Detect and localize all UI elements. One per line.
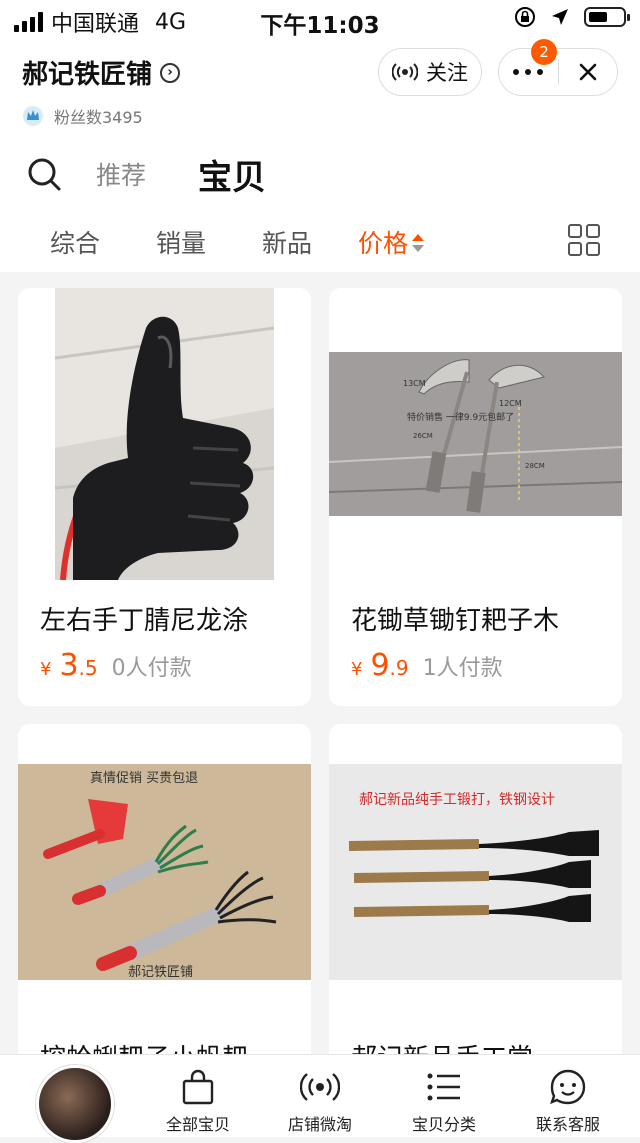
sort-price-label: 价格 (358, 229, 409, 258)
image-label: 特价销售 一律9.9元包邮了 (407, 411, 514, 423)
list-icon (427, 1073, 460, 1101)
currency-symbol: ¥ (40, 659, 52, 680)
orientation-lock-icon (515, 7, 535, 27)
price-decimal: .9 (389, 656, 409, 680)
close-button[interactable] (559, 49, 618, 95)
nav-label: 全部宝贝 (165, 1115, 230, 1134)
price-integer: 9 (370, 648, 390, 683)
battery-level (589, 12, 607, 22)
product-title: 左右手丁腈尼龙涂 (40, 606, 249, 636)
mini-program-capsule: 2 (498, 39, 618, 96)
fans-count: 粉丝数3495 (54, 108, 143, 127)
status-right (514, 6, 630, 28)
image-label: 28CM (525, 462, 545, 470)
more-button[interactable]: 2 (499, 39, 558, 95)
nav-label: 店铺微淘 (287, 1115, 352, 1134)
close-icon (579, 63, 597, 81)
product-image-hoes: 13CM 12CM 特价销售 一律9.9元包邮了 26CM 28CM (329, 352, 622, 516)
image-label: 真情促销 买贵包退 (90, 771, 198, 786)
product-card[interactable]: 左右手丁腈尼龙涂 ¥ 3 .5 0人付款 (18, 288, 311, 706)
chat-face-icon (550, 1069, 586, 1105)
tab-items[interactable]: 宝贝 (198, 150, 266, 199)
product-card[interactable]: 13CM 12CM 特价销售 一律9.9元包邮了 26CM 28CM 花锄草锄钉… (329, 288, 622, 706)
price-row: ¥ 9 .9 1人付款 (351, 648, 503, 683)
nav-categories[interactable]: 宝贝分类 (384, 1067, 504, 1135)
price-decimal: .5 (78, 656, 98, 680)
sort-general[interactable]: 综合 (50, 224, 100, 260)
price-integer: 3 (59, 648, 79, 683)
shop-header: 郝记铁匠铺 › 关注 2 粉丝数3495 推荐 宝贝 综合 销量 新品 价格 (0, 39, 640, 272)
notification-badge: 2 (531, 39, 557, 65)
nav-shop-feed[interactable]: 店铺微淘 (260, 1067, 380, 1135)
shop-name-link[interactable]: 郝记铁匠铺 › (22, 54, 181, 91)
product-image-garden-tools: 真情促销 买贵包退 郝记铁匠铺 (18, 764, 311, 980)
sort-new[interactable]: 新品 (262, 224, 312, 260)
price-row: ¥ 3 .5 0人付款 (40, 648, 192, 683)
crown-badge-icon (23, 106, 43, 126)
nav-label: 宝贝分类 (411, 1115, 476, 1134)
broadcast-icon (300, 1073, 340, 1101)
top-tabs: 推荐 宝贝 (0, 150, 640, 200)
image-label: 郝记新品纯手工锻打，铁钢设计 (359, 791, 555, 808)
shop-name: 郝记铁匠铺 (22, 60, 153, 90)
more-dots-icon (513, 69, 544, 75)
sort-arrows-icon (412, 234, 425, 252)
shopping-bag-icon (182, 1069, 214, 1105)
bottom-nav: 全部宝贝 店铺微淘 宝贝分类 联系客服 (0, 1054, 640, 1143)
chevron-right-icon: › (160, 62, 181, 83)
sales-count: 0人付款 (111, 656, 192, 681)
currency-symbol: ¥ (351, 659, 363, 680)
product-title: 花锄草锄钉耙子木 (351, 606, 560, 636)
nav-label: 联系客服 (535, 1115, 600, 1134)
sort-bar: 综合 销量 新品 价格 (0, 224, 640, 272)
status-bar: 中国联通 4G 下午11:03 (0, 0, 640, 40)
tab-recommend[interactable]: 推荐 (96, 156, 146, 192)
broadcast-icon (392, 63, 418, 81)
fans-row: 粉丝数3495 (22, 104, 143, 128)
nav-all-items[interactable]: 全部宝贝 (138, 1067, 258, 1135)
product-image-forged-tools: 郝记新品纯手工锻打，铁钢设计 (329, 764, 622, 980)
shop-avatar[interactable] (36, 1065, 114, 1143)
grid-view-icon[interactable] (568, 224, 600, 256)
follow-label: 关注 (426, 61, 468, 85)
image-label: 12CM (499, 399, 522, 408)
battery-icon (584, 7, 630, 27)
image-label: 26CM (413, 432, 433, 440)
image-label: 13CM (403, 379, 426, 388)
search-icon[interactable] (26, 156, 62, 192)
product-image-glove (18, 288, 311, 581)
sort-price[interactable]: 价格 (358, 224, 425, 260)
location-icon (552, 9, 568, 25)
image-label: 郝记铁匠铺 (128, 965, 193, 980)
follow-button[interactable]: 关注 (378, 48, 482, 96)
sales-count: 1人付款 (422, 656, 503, 681)
sort-sales[interactable]: 销量 (156, 224, 206, 260)
nav-customer-service[interactable]: 联系客服 (508, 1067, 628, 1135)
